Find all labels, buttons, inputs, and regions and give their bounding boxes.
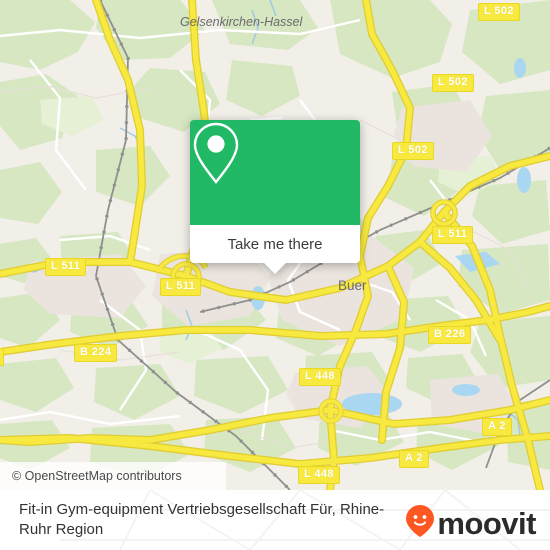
road-shield-a2-b[interactable]: A 2	[399, 450, 429, 468]
place-label-gelsenkirchen-hassel: Gelsenkirchen-Hassel	[180, 15, 303, 29]
map-canvas[interactable]: Gelsenkirchen-Hassel Buer L 502 L 502 L …	[0, 0, 550, 490]
take-me-there-button[interactable]: Take me there	[190, 225, 360, 263]
road-shield-a2-a[interactable]: A 2	[482, 418, 512, 436]
road-shield-b224[interactable]: B 224	[74, 344, 118, 362]
road-shield-b226[interactable]: B 226	[428, 326, 472, 344]
callout-tail	[264, 263, 286, 274]
road-shield-l511-b[interactable]: L 511	[45, 258, 87, 276]
road-shield-l448-a[interactable]: L 448	[299, 368, 341, 386]
road-shield-l502-c[interactable]: L 502	[392, 142, 434, 160]
page-title: Fit-in Gym-equipment Vertriebsgesellscha…	[19, 501, 385, 538]
place-label-buer: Buer	[338, 278, 367, 293]
road-shield-l502-b[interactable]: L 502	[432, 74, 474, 92]
road-shield-l448-b[interactable]: L 448	[298, 466, 340, 484]
road-shield-l511-a[interactable]: L 511	[432, 226, 474, 244]
osm-attribution[interactable]: © OpenStreetMap contributors	[0, 462, 226, 490]
moovit-wordmark: moovit	[437, 506, 536, 541]
take-me-there-label: Take me there	[227, 235, 323, 253]
osm-attribution-text: © OpenStreetMap contributors	[12, 469, 182, 483]
moovit-smiley-pin-icon	[405, 504, 435, 543]
callout-pin-panel	[190, 120, 360, 225]
moovit-logo[interactable]: moovit	[405, 504, 536, 543]
footer-bar: Fit-in Gym-equipment Vertriebsgesellscha…	[0, 490, 550, 550]
road-shield-clipped-left[interactable]	[0, 348, 4, 366]
road-shield-l511-c[interactable]: L 511	[160, 278, 202, 296]
map-screenshot: Gelsenkirchen-Hassel Buer L 502 L 502 L …	[0, 0, 550, 550]
road-shield-l502-a[interactable]: L 502	[478, 3, 520, 21]
location-callout[interactable]: Take me there	[190, 120, 360, 274]
